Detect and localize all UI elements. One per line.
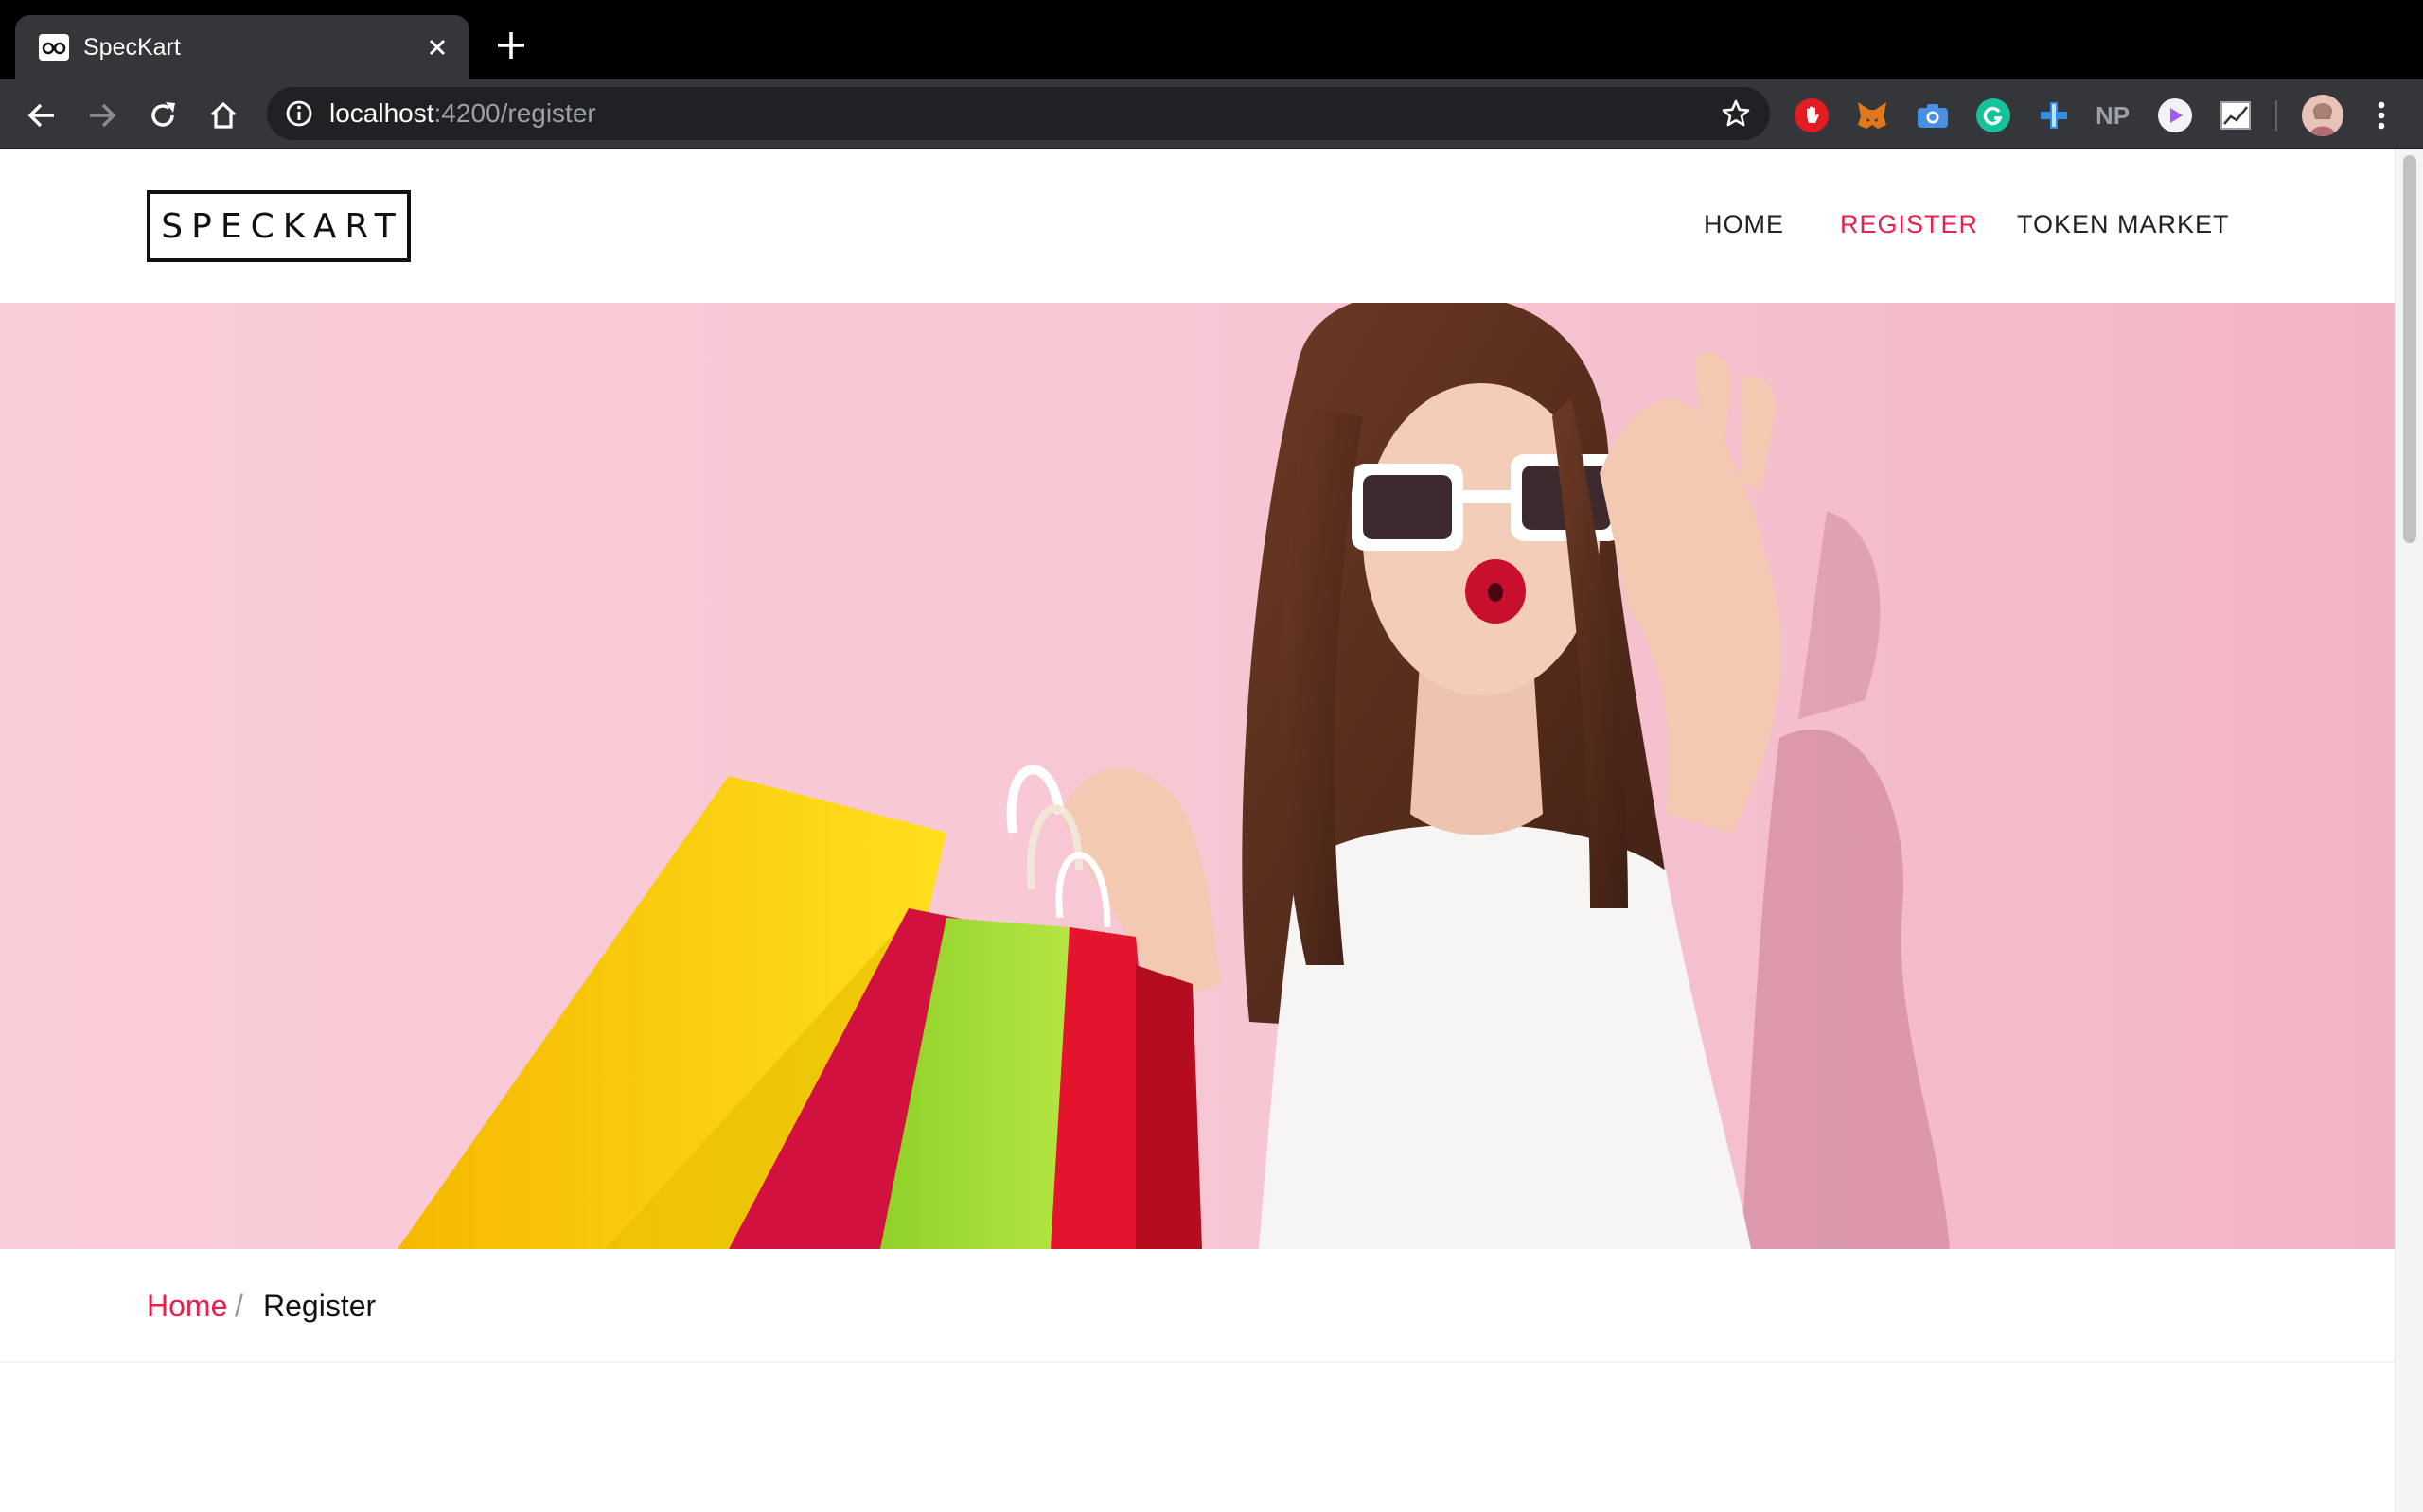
scrollbar-thumb[interactable] — [2403, 155, 2416, 543]
back-button[interactable] — [21, 95, 62, 136]
nav-register[interactable]: REGISTER — [1840, 208, 1978, 240]
home-icon — [210, 101, 237, 129]
bookmark-star-icon[interactable] — [1721, 98, 1751, 129]
hero-banner-image — [0, 303, 2395, 1249]
nav-token-market[interactable]: TOKEN MARKET — [2017, 208, 2230, 240]
forward-button[interactable] — [81, 95, 123, 136]
page-scrollbar[interactable] — [2395, 149, 2423, 1512]
forward-arrow-icon — [90, 103, 116, 128]
url-text[interactable]: localhost:4200/register — [329, 98, 596, 129]
chart-extension-icon[interactable] — [2219, 98, 2253, 132]
tab-title: SpecKart — [83, 34, 181, 61]
back-arrow-icon — [27, 103, 54, 128]
browser-toolbar: localhost:4200/register NP — [0, 79, 2423, 149]
reload-icon — [151, 102, 175, 127]
speckart-logo[interactable]: SPECKART — [147, 190, 411, 262]
grammarly-icon[interactable] — [1976, 98, 2010, 132]
new-tab-icon[interactable] — [494, 28, 528, 62]
site-info-icon[interactable] — [284, 98, 314, 129]
reload-button[interactable] — [142, 95, 184, 136]
url-path: :4200/register — [433, 98, 596, 128]
breadcrumb-separator: / — [235, 1289, 243, 1323]
np-icon[interactable]: NP — [2096, 98, 2130, 132]
page-viewport: SPECKART HOME REGISTER TOKEN MARKET Home… — [0, 149, 2423, 1512]
home-button[interactable] — [203, 95, 244, 136]
address-bar[interactable]: localhost:4200/register — [267, 87, 1770, 140]
shopping-woman-illustration — [398, 303, 1950, 1249]
adblock-icon[interactable] — [1795, 98, 1829, 132]
toolbar-separator — [2275, 100, 2277, 131]
close-tab-icon[interactable] — [422, 32, 452, 62]
play-icon[interactable] — [2158, 98, 2192, 132]
breadcrumb-current: Register — [263, 1289, 377, 1323]
camera-icon[interactable] — [1916, 98, 1950, 132]
breadcrumb: Home / Register — [0, 1249, 2395, 1363]
profile-avatar[interactable] — [2302, 95, 2343, 136]
browser-tab-bar: SpecKart — [0, 0, 2423, 79]
nav-home[interactable]: HOME — [1704, 208, 1784, 240]
plus-extension-icon[interactable] — [2037, 98, 2071, 132]
url-host: localhost — [329, 98, 434, 128]
browser-tab[interactable]: SpecKart — [15, 15, 469, 79]
speckart-favicon-icon — [39, 34, 69, 61]
site-header: SPECKART HOME REGISTER TOKEN MARKET — [0, 149, 2395, 303]
browser-menu-button[interactable] — [2361, 95, 2402, 136]
metamask-icon[interactable] — [1855, 98, 1889, 132]
breadcrumb-home-link[interactable]: Home — [147, 1287, 227, 1325]
kebab-menu-icon — [2378, 101, 2385, 130]
